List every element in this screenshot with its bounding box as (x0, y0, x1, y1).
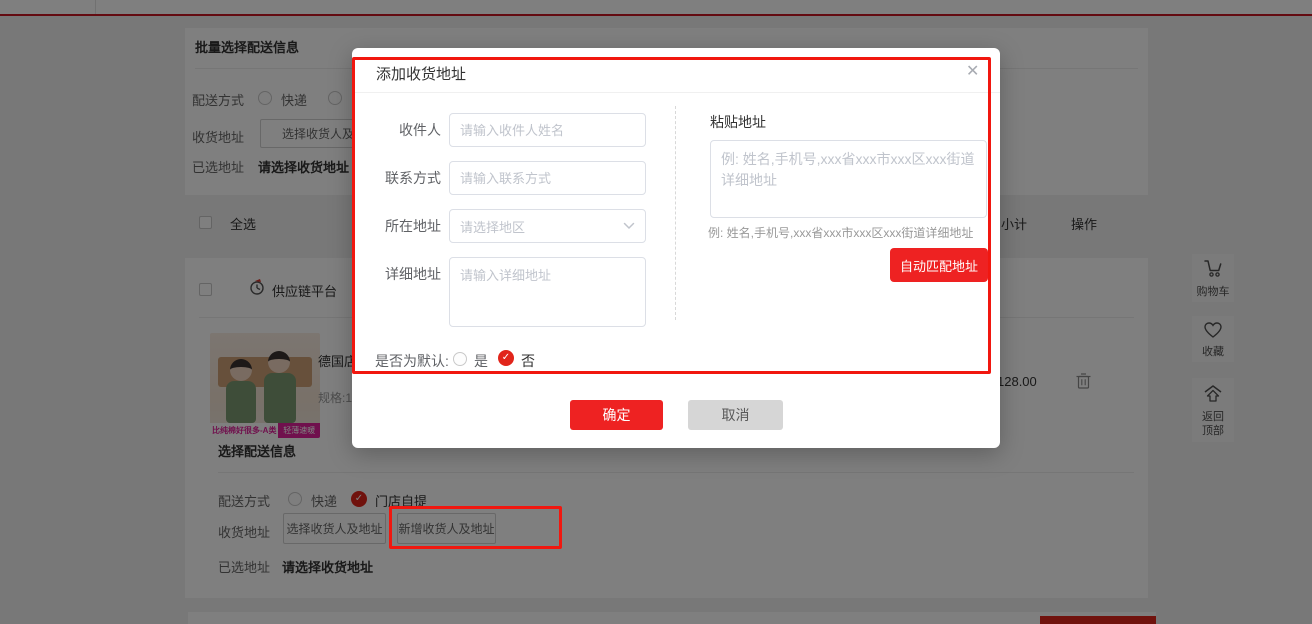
contact-input[interactable] (449, 161, 646, 195)
default-no-label[interactable]: 否 (521, 351, 535, 371)
column-divider (675, 106, 676, 320)
paste-address-hint: 例: 姓名,手机号,xxx省xxx市xxx区xxx街道详细地址 (708, 224, 998, 241)
recipient-input[interactable] (449, 113, 646, 147)
cancel-button[interactable]: 取消 (688, 400, 783, 430)
modal-title-divider (352, 92, 1000, 93)
confirm-button[interactable]: 确定 (570, 400, 663, 430)
paste-address-label: 粘贴地址 (710, 112, 766, 132)
default-label: 是否为默认: (375, 351, 449, 371)
close-icon[interactable]: ✕ (966, 61, 979, 81)
detail-label: 详细地址 (369, 264, 441, 284)
paste-address-textarea[interactable] (710, 140, 987, 218)
region-select-placeholder: 请选择地区 (460, 217, 525, 236)
detail-textarea[interactable] (449, 257, 646, 327)
default-yes-radio[interactable] (453, 352, 467, 366)
auto-match-button[interactable]: 自动匹配地址 (890, 248, 988, 282)
checkout-page: 批量选择配送信息 配送方式 快递 收货地址 选择收货人及地址 已选地址 请选择收… (0, 0, 1312, 624)
chevron-down-icon (623, 217, 635, 235)
region-select[interactable]: 请选择地区 (449, 209, 646, 243)
contact-label: 联系方式 (369, 161, 441, 195)
add-address-modal: 添加收货地址 ✕ 收件人 联系方式 所在地址 请选择地区 详细地址 粘贴地址 例… (352, 48, 1000, 448)
recipient-label: 收件人 (369, 113, 441, 147)
modal-title: 添加收货地址 (376, 63, 466, 84)
region-label: 所在地址 (369, 209, 441, 243)
default-yes-label[interactable]: 是 (474, 351, 488, 371)
default-no-radio-checked[interactable]: ✓ (498, 350, 514, 366)
